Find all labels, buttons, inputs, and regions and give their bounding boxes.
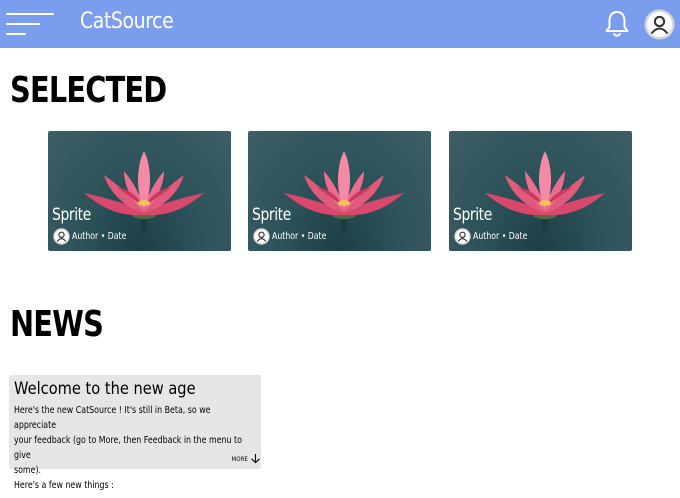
news-body-line: Here's a few new things : (14, 480, 114, 491)
news-body-line: some). (14, 465, 42, 476)
selected-section-title: SELECTED (10, 70, 167, 111)
news-body-line: your feedback (go to More, then Feedback… (14, 435, 242, 461)
card-meta: Author • Date (253, 228, 338, 245)
news-section-title: NEWS (10, 304, 104, 345)
card-meta: Author • Date (53, 228, 138, 245)
more-label: MORE (231, 454, 248, 463)
app-bar: CatSource (0, 0, 680, 48)
more-button[interactable]: MORE (230, 453, 261, 464)
sprite-card[interactable]: Sprite Author • Date (248, 131, 431, 251)
news-body: Here's the new CatSource ! It's still in… (14, 403, 255, 493)
card-meta: Author • Date (454, 228, 539, 245)
author-avatar-icon (253, 228, 270, 245)
card-author-date: Author • Date (473, 231, 528, 242)
hamburger-menu-icon[interactable] (6, 12, 56, 38)
author-avatar-icon (454, 228, 471, 245)
sprite-card[interactable]: Sprite Author • Date (48, 131, 231, 251)
author-avatar-icon (53, 228, 70, 245)
news-heading: Welcome to the new age (14, 379, 196, 399)
news-body-line: Here's the new CatSource ! It's still in… (14, 405, 211, 431)
app-title: CatSource (80, 9, 174, 34)
news-card[interactable]: Welcome to the new age Here's the new Ca… (9, 375, 261, 491)
card-author-date: Author • Date (272, 231, 327, 242)
card-title: Sprite (453, 205, 492, 225)
user-avatar-icon[interactable] (644, 9, 675, 40)
sprite-card[interactable]: Sprite Author • Date (449, 131, 632, 251)
card-title: Sprite (252, 205, 291, 225)
card-title: Sprite (52, 205, 91, 225)
card-author-date: Author • Date (72, 231, 127, 242)
arrow-down-icon (251, 454, 261, 464)
bell-icon[interactable] (602, 9, 632, 39)
